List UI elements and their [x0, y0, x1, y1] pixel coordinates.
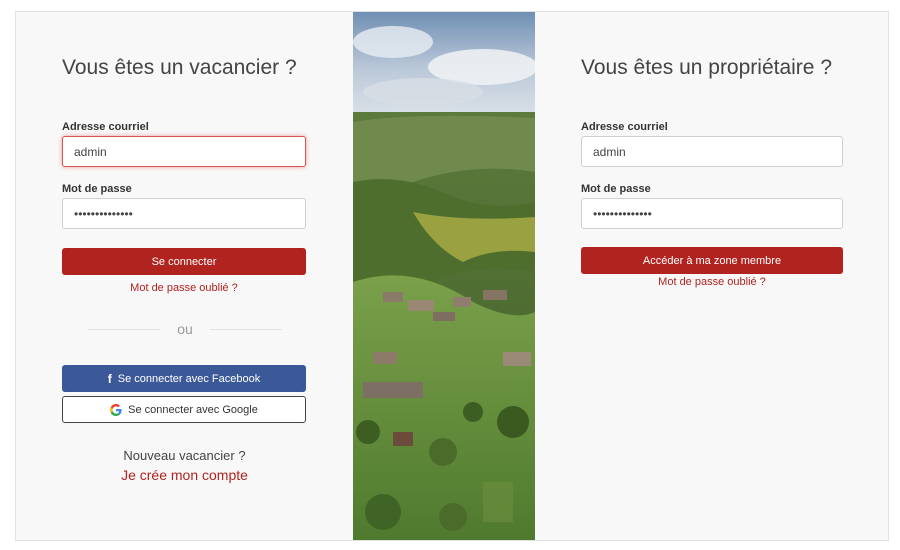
landscape-illustration [353, 12, 535, 540]
google-login-button[interactable]: Se connecter avec Google [62, 396, 306, 423]
owner-email-label: Adresse courriel [581, 121, 668, 133]
vacationer-email-input[interactable] [62, 136, 306, 167]
facebook-icon: f [107, 371, 112, 386]
owner-member-zone-button[interactable]: Accéder à ma zone membre [581, 247, 843, 274]
new-vacationer-text: Nouveau vacancier ? [123, 448, 246, 463]
vacationer-panel: Vous êtes un vacancier ? Adresse courrie… [16, 12, 353, 540]
login-container: Vous êtes un vacancier ? Adresse courrie… [15, 11, 889, 541]
create-account-link[interactable]: Je crée mon compte [16, 467, 353, 483]
owner-forgot-password-link[interactable]: Mot de passe oublié ? [581, 276, 843, 288]
facebook-login-button[interactable]: f Se connecter avec Facebook [62, 365, 306, 392]
google-icon [110, 403, 122, 416]
facebook-button-label: Se connecter avec Facebook [117, 372, 261, 385]
google-button-label: Se connecter avec Google [128, 403, 258, 416]
vacationer-email-label: Adresse courriel [62, 121, 149, 133]
owner-email-input[interactable] [581, 136, 843, 167]
or-divider: ou [88, 320, 282, 340]
landscape-image [353, 12, 535, 540]
owner-title: Vous êtes un propriétaire ? [581, 56, 832, 79]
owner-password-label: Mot de passe [581, 183, 651, 195]
owner-panel: Vous êtes un propriétaire ? Adresse cour… [535, 12, 888, 540]
vacationer-title: Vous êtes un vacancier ? [62, 56, 297, 79]
owner-password-input[interactable] [581, 198, 843, 229]
vacationer-login-button[interactable]: Se connecter [62, 248, 306, 275]
or-text: ou [177, 321, 193, 337]
vacationer-password-input[interactable] [62, 198, 306, 229]
vacationer-forgot-password-link[interactable]: Mot de passe oublié ? [62, 282, 306, 294]
vacationer-password-label: Mot de passe [62, 183, 132, 195]
